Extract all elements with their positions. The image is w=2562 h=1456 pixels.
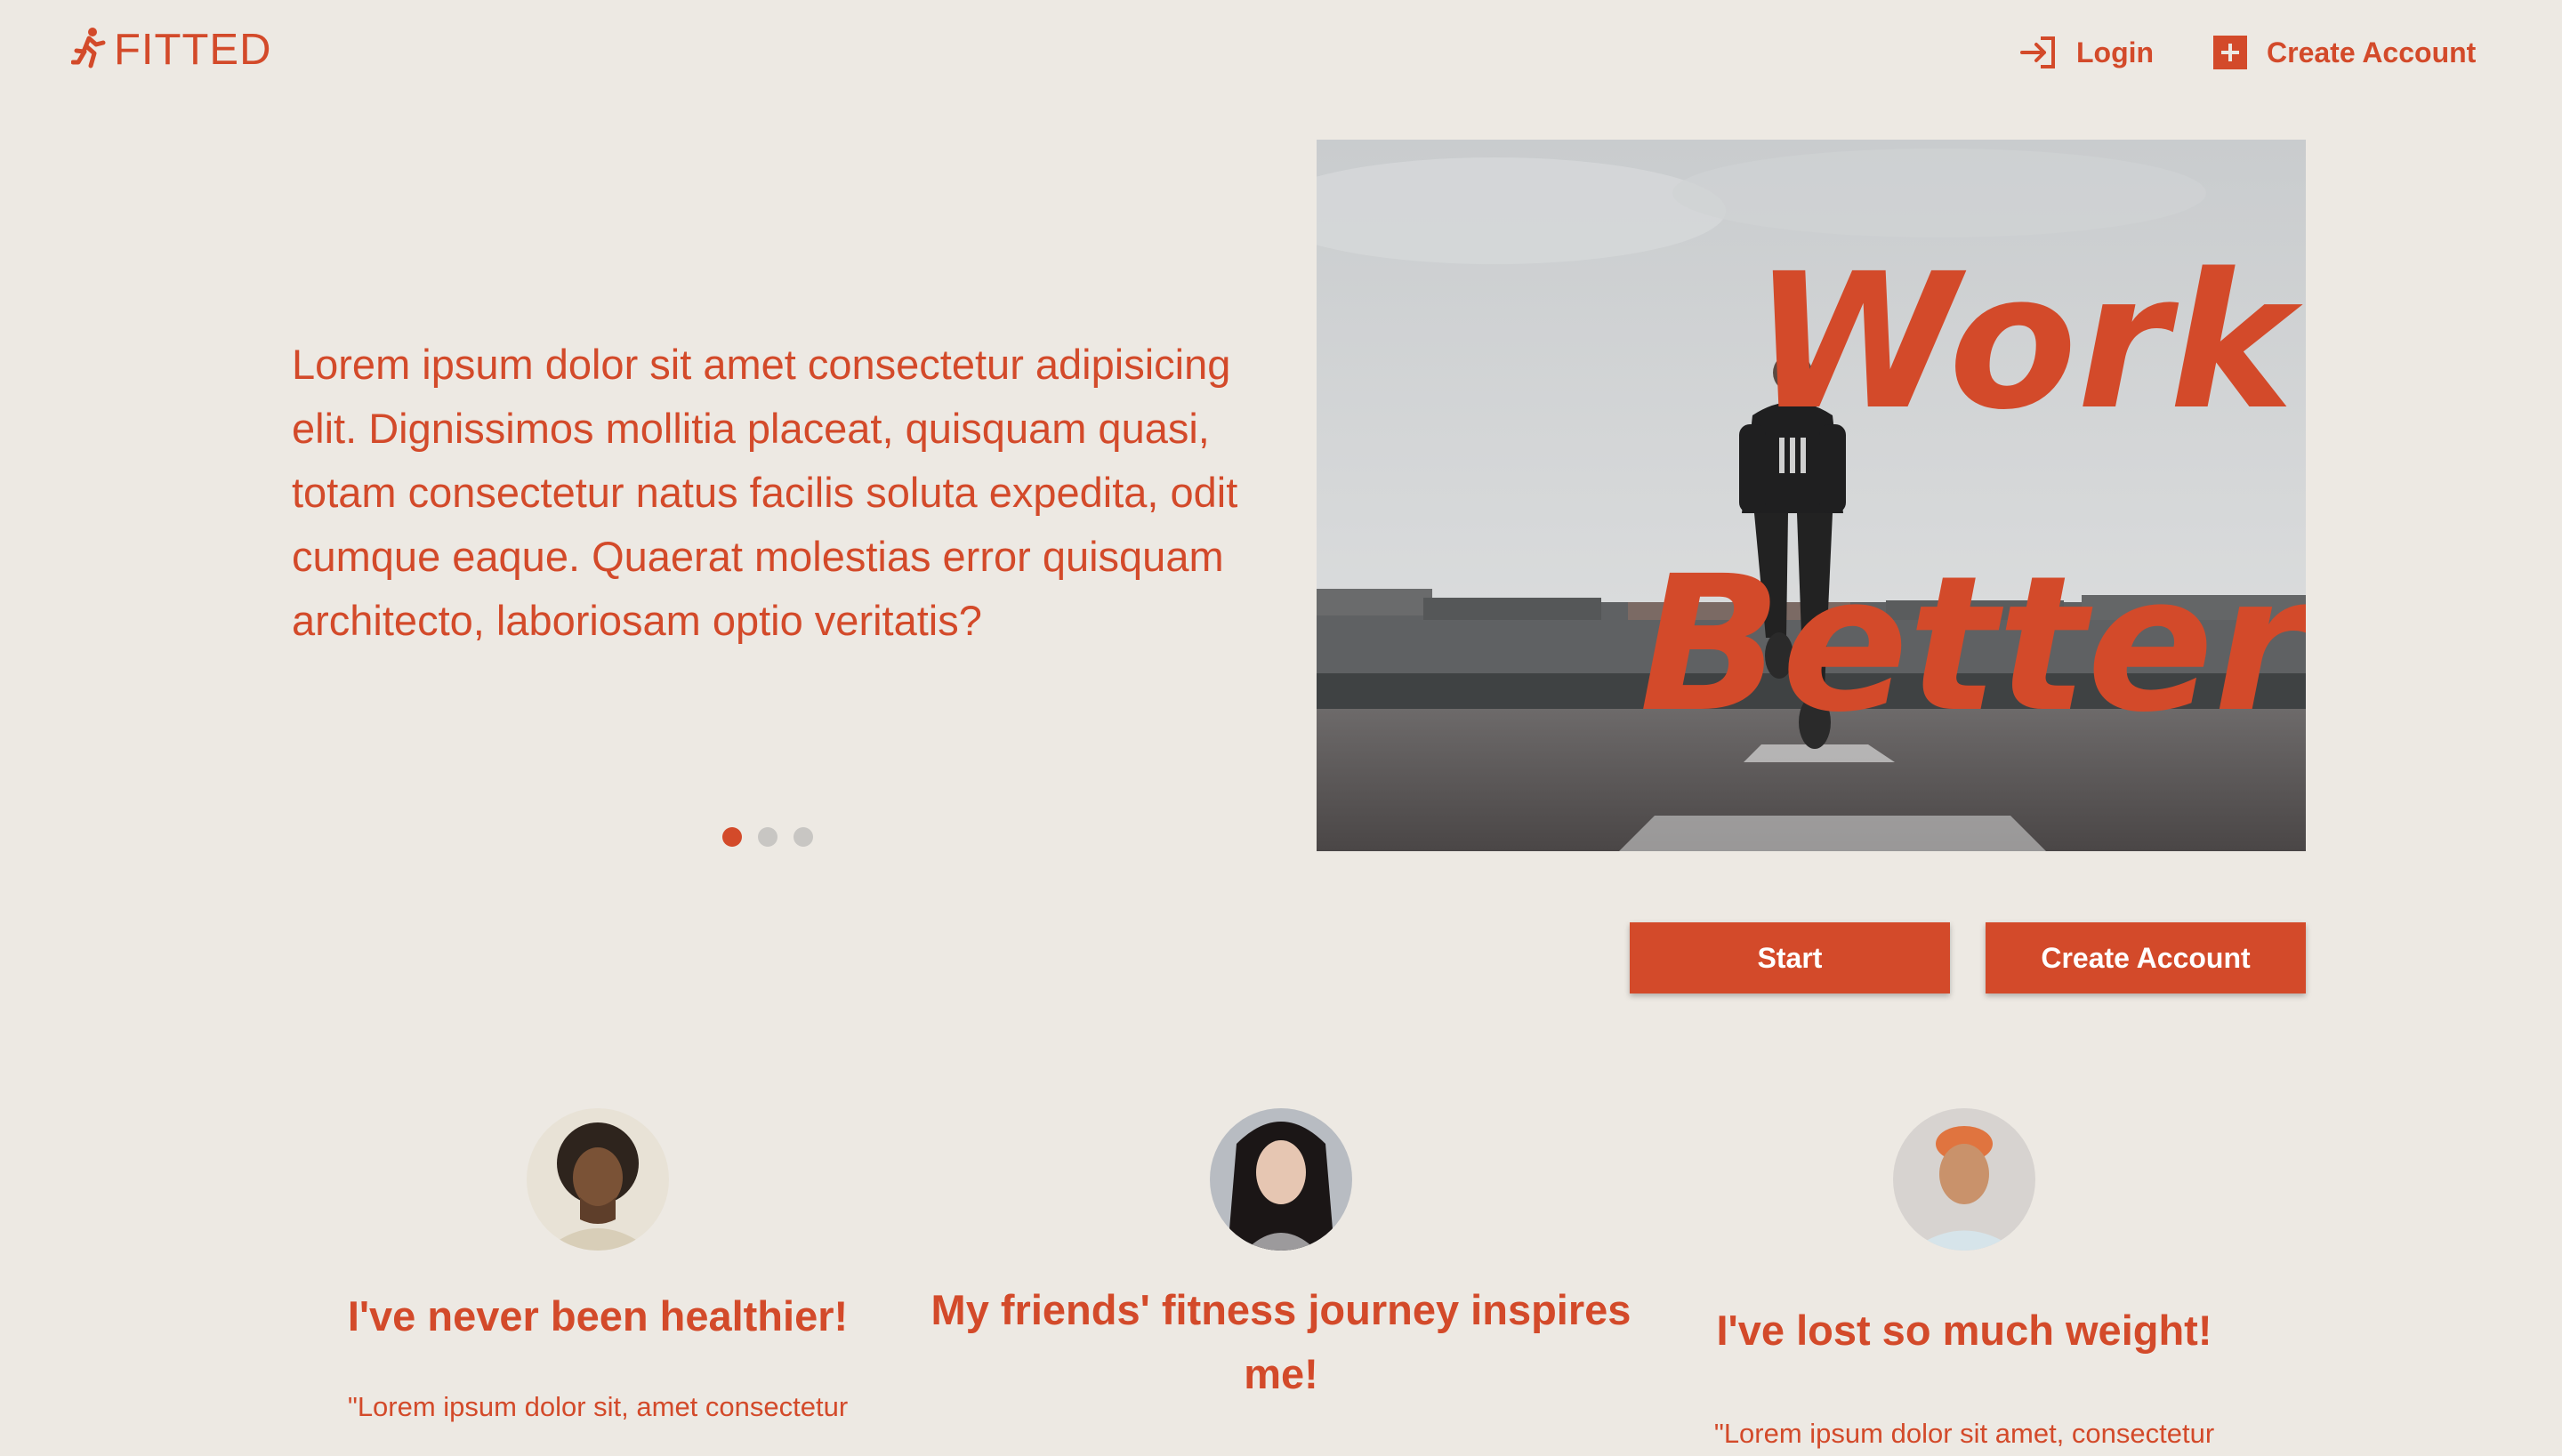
testimonial-title: I've lost so much weight! bbox=[1716, 1307, 2212, 1354]
avatar bbox=[1893, 1108, 2035, 1251]
carousel-dot-2[interactable] bbox=[758, 827, 777, 847]
logo[interactable]: FITTED bbox=[71, 25, 271, 72]
testimonial-quote: "Lorem ipsum dolor sit amet, consectetur bbox=[1713, 1418, 2215, 1449]
testimonial-title: I've never been healthier! bbox=[347, 1292, 849, 1339]
avatar bbox=[1210, 1108, 1352, 1251]
carousel-dot-3[interactable] bbox=[794, 827, 813, 847]
start-button[interactable]: Start bbox=[1630, 922, 1950, 993]
testimonial-title: My friends' fitness journey inspires me! bbox=[931, 1286, 1631, 1397]
hero-image: Work Better bbox=[1317, 140, 2306, 851]
plus-square-icon bbox=[2213, 36, 2247, 69]
hero-word-work: Work bbox=[1752, 233, 2303, 451]
carousel-indicators bbox=[722, 827, 813, 847]
login-label: Login bbox=[2076, 36, 2155, 68]
create-account-button[interactable]: Create Account bbox=[1986, 922, 2306, 993]
avatar bbox=[527, 1108, 669, 1251]
create-account-link-label: Create Account bbox=[2267, 36, 2477, 68]
running-person-icon bbox=[71, 27, 106, 68]
hero-word-better: Better bbox=[1640, 535, 2306, 753]
testimonial-quote: "Lorem ipsum dolor sit, amet consectetur bbox=[347, 1391, 849, 1422]
hero-description: Lorem ipsum dolor sit amet consectetur a… bbox=[292, 341, 1238, 644]
create-account-link[interactable]: Create Account bbox=[2213, 36, 2476, 69]
login-arrow-icon bbox=[2020, 36, 2055, 68]
login-link[interactable]: Login bbox=[2019, 36, 2154, 69]
logo-text: FITTED bbox=[114, 26, 272, 74]
carousel-dot-1[interactable] bbox=[722, 827, 742, 847]
